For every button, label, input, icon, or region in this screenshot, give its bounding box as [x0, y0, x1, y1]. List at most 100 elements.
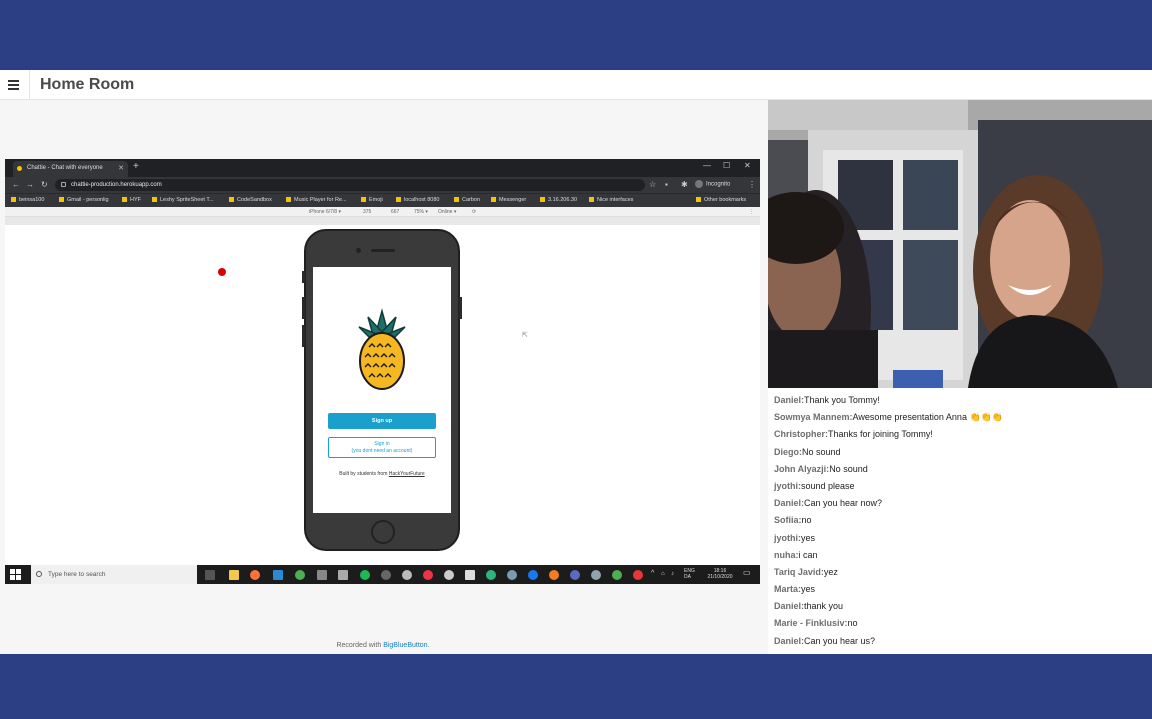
chat-author: Marie - Finklusiv:: [774, 618, 848, 629]
window-close-icon[interactable]: ✕: [744, 161, 751, 170]
app-icon[interactable]: [507, 570, 517, 580]
app-icon[interactable]: [444, 570, 454, 580]
url-field[interactable]: chattie-production.herokuapp.com: [55, 179, 645, 191]
chat-message: Marie - Finklusiv:no: [774, 615, 1152, 632]
bookmark-item[interactable]: Nice interfaces: [589, 197, 633, 203]
forward-icon[interactable]: →: [26, 180, 34, 189]
chat-author: Marta:: [774, 584, 802, 595]
app-icon[interactable]: [570, 570, 580, 580]
taskbar-search[interactable]: Type here to search: [31, 565, 197, 584]
chat-message: jyothi:yes: [774, 530, 1152, 547]
phone-screen: Sign up Sign in (you dont need an accoun…: [313, 267, 451, 513]
chat-message: Christopher:Thanks for joining Tommy!: [774, 426, 1152, 443]
viewport-height[interactable]: 667: [391, 209, 399, 215]
volume-icon[interactable]: ♪: [671, 571, 674, 577]
app-icon[interactable]: [381, 570, 391, 580]
bigbluebutton-link[interactable]: BigBlueButton.: [383, 642, 429, 649]
phone-frame: Sign up Sign in (you dont need an accoun…: [302, 229, 462, 551]
clock[interactable]: 18:16 21/10/2020: [705, 568, 735, 580]
windows-start-icon[interactable]: [10, 569, 21, 580]
pineapple-logo-icon: [358, 308, 406, 390]
firefox-icon[interactable]: [250, 570, 260, 580]
file-explorer-icon[interactable]: [229, 570, 239, 580]
viewport-width[interactable]: 375: [363, 209, 371, 215]
search-icon: [36, 571, 42, 577]
phone-side-button: [302, 297, 305, 319]
app-icon[interactable]: [465, 570, 475, 580]
url-text: chattie-production.herokuapp.com: [71, 182, 162, 188]
recorded-with-footer: Recorded with BigBlueButton.: [0, 642, 766, 649]
webcam-video: [768, 100, 1152, 388]
phone-camera: [356, 248, 361, 253]
bookmark-item[interactable]: Gmail - personlig: [59, 197, 109, 203]
other-bookmarks[interactable]: Other bookmarks: [696, 197, 746, 203]
clapping-emoji: 👏👏👏: [969, 412, 1004, 423]
chat-text: Can you hear now?: [804, 498, 883, 509]
network-select[interactable]: Online ▾: [438, 209, 456, 215]
bookmark-item[interactable]: Emoji: [361, 197, 383, 203]
new-tab-icon[interactable]: +: [133, 161, 139, 172]
browser-tab[interactable]: Chattie - Chat with everyone ✕: [13, 161, 128, 177]
language-indicator[interactable]: ENG DA: [684, 568, 695, 580]
bookmark-item[interactable]: 3.16.206.30: [540, 197, 577, 203]
chat-text: sound please: [801, 480, 855, 491]
app-icon[interactable]: [423, 570, 433, 580]
chrome-icon[interactable]: [612, 570, 622, 580]
reload-icon[interactable]: ↻: [41, 180, 48, 189]
incognito-badge[interactable]: Incognito: [695, 180, 730, 188]
maximize-icon[interactable]: ☐: [723, 161, 730, 170]
minimize-icon[interactable]: —: [703, 161, 711, 170]
app-icon[interactable]: [591, 570, 601, 580]
bookmark-item[interactable]: localhost 8080: [396, 197, 439, 203]
chat-author: Sofiia:: [774, 515, 802, 526]
app-icon[interactable]: [317, 570, 327, 580]
app-icon[interactable]: [338, 570, 348, 580]
webcam-feed-image: [768, 100, 1152, 388]
back-icon[interactable]: ←: [12, 180, 20, 189]
tray-chevron-icon[interactable]: ^: [651, 570, 654, 577]
bookmark-item[interactable]: Messenger: [491, 197, 526, 203]
menu-icon[interactable]: [4, 75, 26, 95]
chat-message: Daniel:thank you: [774, 598, 1152, 615]
room-title: Home Room: [40, 76, 135, 93]
chat-message: Daniel:Can you hear now?: [774, 495, 1152, 512]
bookmark-item[interactable]: HYF: [122, 197, 141, 203]
app-icon[interactable]: [528, 570, 538, 580]
chat-author: Daniel:: [774, 635, 805, 646]
chrome-menu-icon[interactable]: ⋮: [748, 180, 756, 189]
recorded-prefix: Recorded with: [336, 642, 384, 649]
favicon-icon: [17, 166, 22, 171]
task-view-icon[interactable]: [205, 570, 215, 580]
chat-message: Daniel:Thank you Tommy!: [774, 392, 1152, 409]
chat-message: Tariq Javid:yez: [774, 564, 1152, 581]
bookmark-item[interactable]: beinsa100: [11, 197, 44, 203]
zoom-select[interactable]: 75% ▾: [414, 209, 428, 215]
extensions-icon[interactable]: ▪: [665, 180, 668, 189]
network-icon[interactable]: ⌂: [661, 571, 665, 577]
app-icon[interactable]: [486, 570, 496, 580]
star-icon[interactable]: ☆: [649, 180, 656, 189]
close-tab-icon[interactable]: ✕: [118, 164, 124, 172]
chrome-icon[interactable]: [633, 570, 643, 580]
rotate-icon[interactable]: ⟳: [472, 209, 476, 215]
chat-author: nuha:: [774, 549, 799, 560]
spotify-icon[interactable]: [360, 570, 370, 580]
notifications-icon[interactable]: ▭: [743, 569, 751, 577]
chrome-icon[interactable]: [295, 570, 305, 580]
app-icon[interactable]: [549, 570, 559, 580]
chat-text: yes: [801, 584, 816, 595]
chat-text: Thanks for joining Tommy!: [828, 429, 933, 440]
phone-side-button: [302, 325, 305, 347]
hackyourfuture-link[interactable]: HackYourFuture: [389, 471, 425, 477]
app-icon[interactable]: [402, 570, 412, 580]
devtools-menu-icon[interactable]: ⋮: [749, 209, 754, 215]
bookmark-item[interactable]: Leshy SpriteSheet T...: [152, 197, 214, 203]
sign-up-button[interactable]: Sign up: [328, 413, 436, 429]
vscode-icon[interactable]: [273, 570, 283, 580]
bookmark-item[interactable]: CodeSandbox: [229, 197, 272, 203]
bookmark-item[interactable]: Music Player for Re...: [286, 197, 347, 203]
bookmark-item[interactable]: Carbon: [454, 197, 480, 203]
sign-in-button[interactable]: Sign in (you dont need an account): [328, 437, 436, 458]
device-select[interactable]: iPhone 6/7/8 ▾: [309, 209, 341, 215]
puzzle-icon[interactable]: ✱: [681, 180, 688, 189]
